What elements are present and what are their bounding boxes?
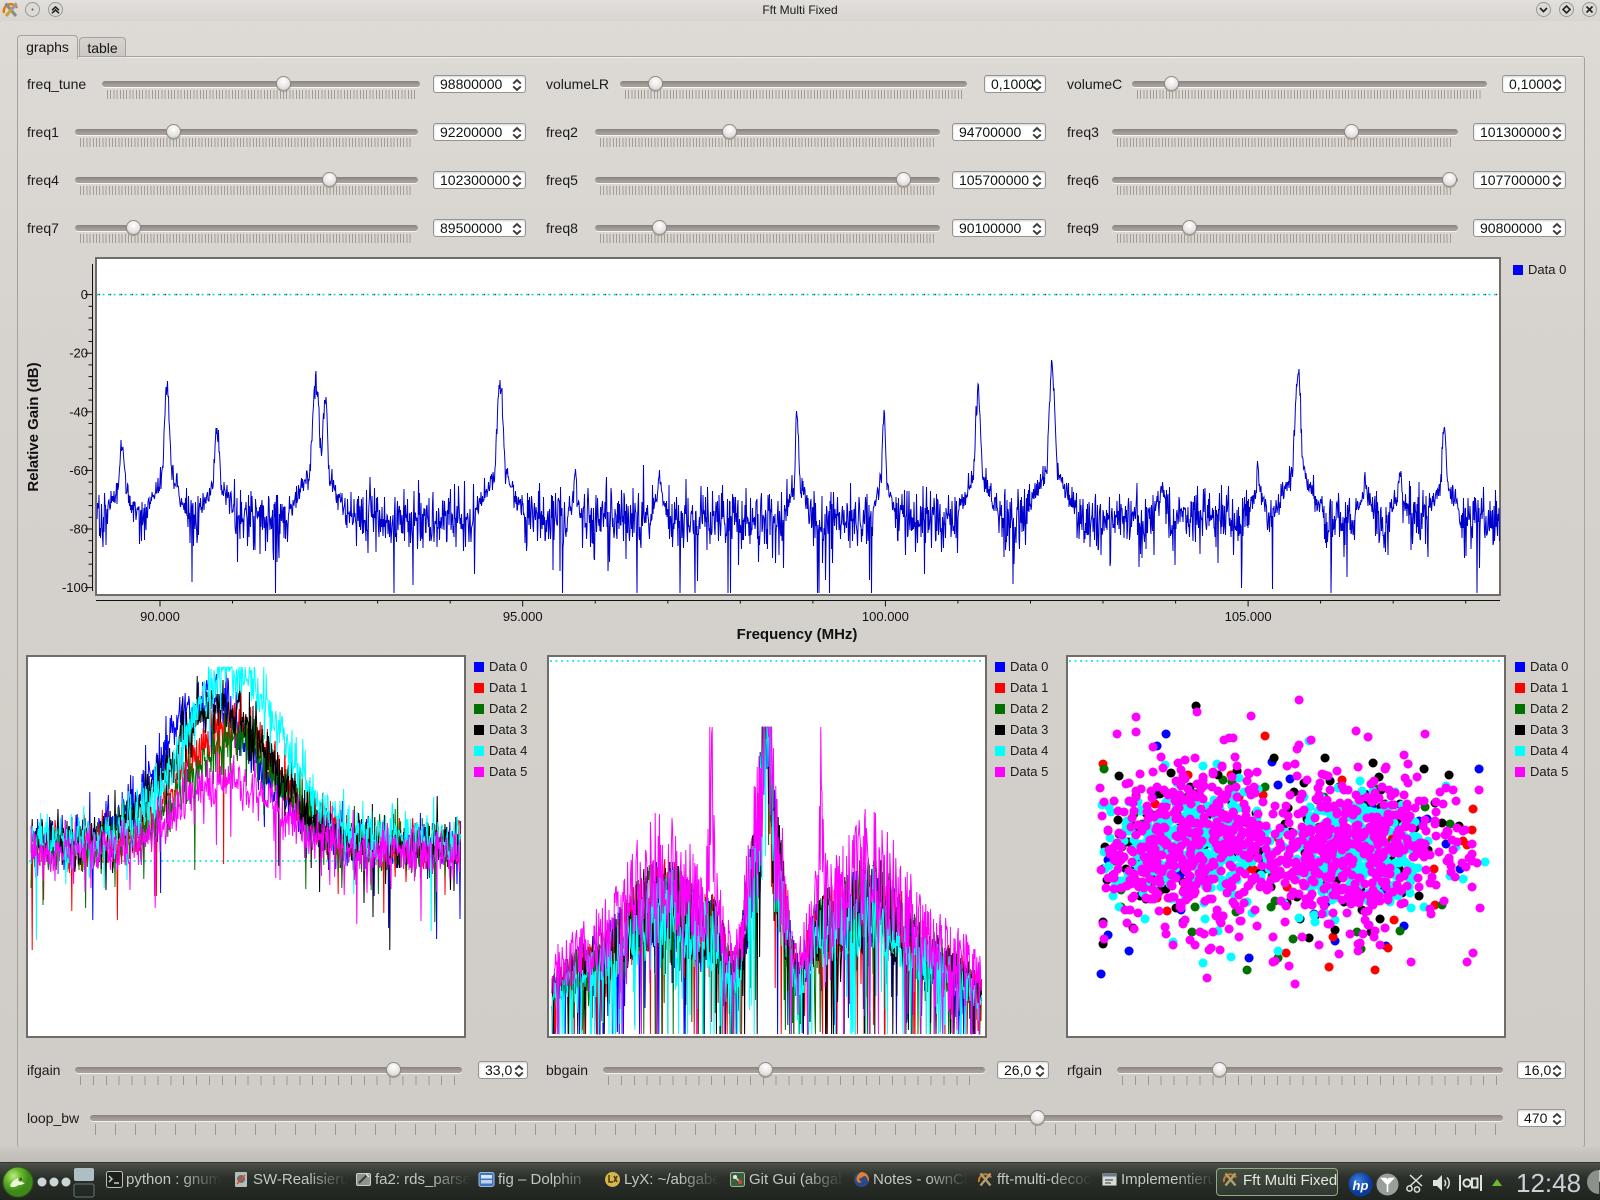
svg-text:-100: -100: [62, 580, 88, 595]
svg-text:-40: -40: [69, 404, 88, 419]
svg-text:0: 0: [81, 287, 88, 302]
svg-text:100.000: 100.000: [862, 609, 909, 624]
svg-text:Relative Gain (dB): Relative Gain (dB): [25, 362, 42, 491]
svg-text:-60: -60: [69, 463, 88, 478]
svg-text:90.000: 90.000: [140, 609, 180, 624]
svg-text:Frequency (MHz): Frequency (MHz): [737, 626, 858, 643]
svg-text:105.000: 105.000: [1225, 609, 1272, 624]
svg-text:-80: -80: [69, 522, 88, 537]
svg-text:95.000: 95.000: [503, 609, 543, 624]
svg-text:hp: hp: [1353, 1178, 1369, 1193]
svg-text:-20: -20: [69, 346, 88, 361]
